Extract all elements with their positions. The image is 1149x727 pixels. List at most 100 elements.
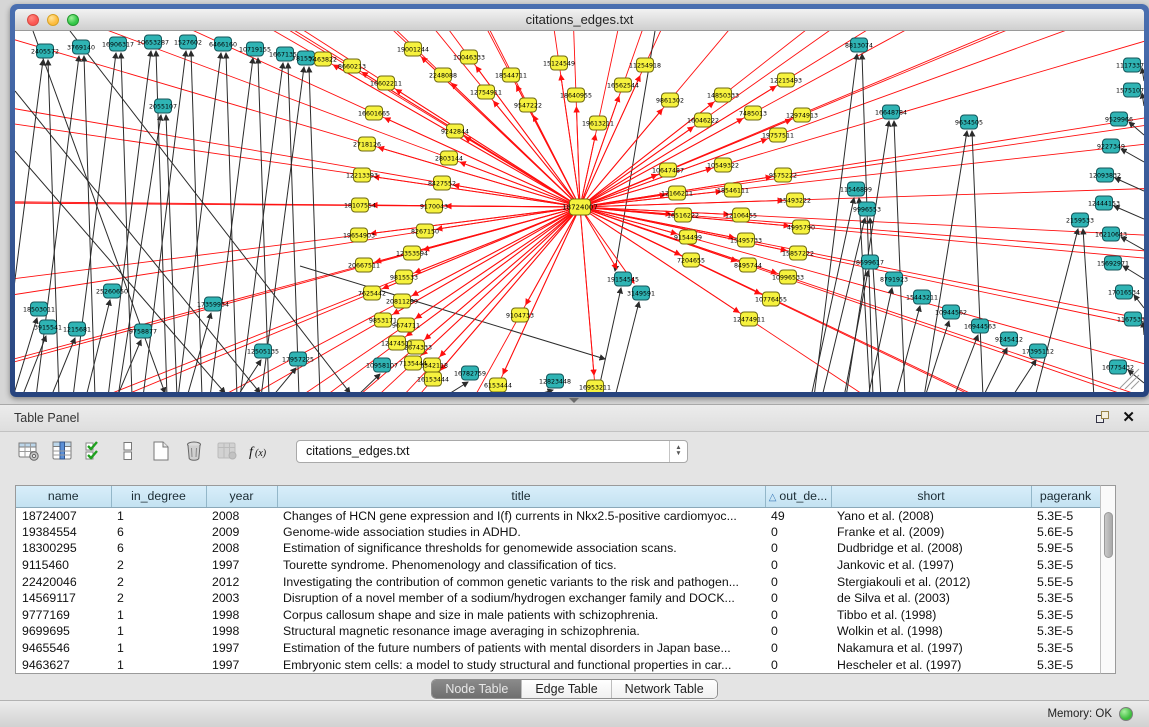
close-panel-icon[interactable]: ✕ [1122,411,1135,425]
table-cell[interactable]: 5.3E-5 [1031,656,1100,673]
close-button[interactable] [27,14,39,26]
column-header-outde[interactable]: △out_de... [765,486,831,507]
tab-network-table[interactable]: Network Table [612,680,717,698]
table-cell[interactable]: 1998 [206,607,277,624]
table-cell[interactable]: 19384554 [16,524,111,541]
table-cell[interactable]: 5.6E-5 [1031,524,1100,541]
table-row[interactable]: 1830029562008Estimation of significance … [16,540,1100,557]
network-table-selector[interactable]: citations_edges.txt ▲▼ [296,440,688,463]
table-settings-icon[interactable] [16,438,42,464]
table-cell[interactable]: Investigating the contribution of common… [277,573,765,590]
table-cell[interactable]: 0 [765,640,831,657]
table-scrollbar[interactable] [1100,485,1116,674]
select-all-icon[interactable] [82,438,108,464]
minimize-button[interactable] [47,14,59,26]
table-row[interactable]: 2242004622012Investigating the contribut… [16,573,1100,590]
delete-table-icon[interactable] [181,438,207,464]
table-cell[interactable]: 0 [765,623,831,640]
table-row[interactable]: 946362711997Embryonic stem cells: a mode… [16,656,1100,673]
table-row[interactable]: 1456911722003Disruption of a novel membe… [16,590,1100,607]
table-cell[interactable]: 1997 [206,656,277,673]
table-cell[interactable]: Tibbo et al. (1998) [831,607,1031,624]
table-cell[interactable]: 22420046 [16,573,111,590]
table-cell[interactable]: 18724007 [16,507,111,524]
table-cell[interactable]: Hescheler et al. (1997) [831,656,1031,673]
table-cell[interactable]: Changes of HCN gene expression and I(f) … [277,507,765,524]
table-cell[interactable]: Structural magnetic resonance image aver… [277,623,765,640]
table-cell[interactable]: 6 [111,540,206,557]
table-cell[interactable]: 2008 [206,540,277,557]
column-header-indegree[interactable]: in_degree [111,486,206,507]
table-cell[interactable]: 0 [765,540,831,557]
table-row[interactable]: 969969511998Structural magnetic resonanc… [16,623,1100,640]
select-columns-icon[interactable] [49,438,75,464]
memory-status-indicator[interactable] [1119,707,1133,721]
network-canvas-svg[interactable]: 2405572376914016906317106532871527602646… [15,31,1144,392]
table-row[interactable]: 1938455462009Genome-wide association stu… [16,524,1100,541]
table-cell[interactable]: 5.3E-5 [1031,640,1100,657]
tab-edge-table[interactable]: Edge Table [522,680,611,698]
table-cell[interactable]: Nakamura et al. (1997) [831,640,1031,657]
table-cell[interactable]: Genome-wide association studies in ADHD. [277,524,765,541]
table-cell[interactable]: 2003 [206,590,277,607]
table-cell[interactable]: 9777169 [16,607,111,624]
table-cell[interactable]: 0 [765,656,831,673]
panel-splitter[interactable] [0,397,1149,404]
table-row[interactable]: 977716911998Corpus callosum shape and si… [16,607,1100,624]
table-cell[interactable]: 18300295 [16,540,111,557]
table-cell[interactable]: 5.3E-5 [1031,623,1100,640]
table-cell[interactable]: 14569117 [16,590,111,607]
table-cell[interactable]: 9465546 [16,640,111,657]
table-cell[interactable]: 5.3E-5 [1031,607,1100,624]
table-cell[interactable]: Corpus callosum shape and size in male p… [277,607,765,624]
zoom-button[interactable] [67,14,79,26]
table-row[interactable]: 946554611997Estimation of the future num… [16,640,1100,657]
float-panel-icon[interactable] [1096,411,1110,425]
tab-node-table[interactable]: Node Table [432,680,522,698]
table-cell[interactable]: 2009 [206,524,277,541]
table-cell[interactable]: 1998 [206,623,277,640]
table-cell[interactable]: 2 [111,573,206,590]
column-header-short[interactable]: short [831,486,1031,507]
column-header-pagerank[interactable]: pagerank [1031,486,1100,507]
table-cell[interactable]: 2012 [206,573,277,590]
table-cell[interactable]: 1 [111,607,206,624]
table-cell[interactable]: 49 [765,507,831,524]
table-cell[interactable]: Dudbridge et al. (2008) [831,540,1031,557]
table-row[interactable]: 1872400712008Changes of HCN gene express… [16,507,1100,524]
table-cell[interactable]: 6 [111,524,206,541]
table-cell[interactable]: 2 [111,590,206,607]
function-builder-icon[interactable]: f(x) [247,438,273,464]
table-cell[interactable]: Tourette syndrome. Phenomenology and cla… [277,557,765,574]
table-cell[interactable]: Estimation of the future numbers of pati… [277,640,765,657]
table-cell[interactable]: Yano et al. (2008) [831,507,1031,524]
table-cell[interactable]: 5.3E-5 [1031,557,1100,574]
import-table-icon[interactable] [214,438,240,464]
column-header-name[interactable]: name [16,486,111,507]
table-cell[interactable]: 9463627 [16,656,111,673]
table-cell[interactable]: 1997 [206,640,277,657]
table-cell[interactable]: 1 [111,507,206,524]
table-cell[interactable]: Jankovic et al. (1997) [831,557,1031,574]
new-table-icon[interactable] [148,438,174,464]
table-cell[interactable]: 0 [765,557,831,574]
network-window-titlebar[interactable]: citations_edges.txt [15,9,1144,31]
column-header-year[interactable]: year [206,486,277,507]
table-cell[interactable]: Stergiakouli et al. (2012) [831,573,1031,590]
table-cell[interactable]: Wolkin et al. (1998) [831,623,1031,640]
table-row[interactable]: 911546021997Tourette syndrome. Phenomeno… [16,557,1100,574]
table-cell[interactable]: Embryonic stem cells: a model to study s… [277,656,765,673]
table-cell[interactable]: 9699695 [16,623,111,640]
table-cell[interactable]: 5.3E-5 [1031,590,1100,607]
table-header-row[interactable]: namein_degreeyeartitle△out_de...shortpag… [16,486,1100,507]
column-header-title[interactable]: title [277,486,765,507]
table-cell[interactable]: 1997 [206,557,277,574]
table-cell[interactable]: 1 [111,640,206,657]
table-cell[interactable]: de Silva et al. (2003) [831,590,1031,607]
splitter-handle-icon[interactable] [569,398,579,403]
table-cell[interactable]: 1 [111,623,206,640]
table-cell[interactable]: 5.9E-5 [1031,540,1100,557]
table-cell[interactable]: Franke et al. (2009) [831,524,1031,541]
table-cell[interactable]: 5.5E-5 [1031,573,1100,590]
table-cell[interactable]: 2008 [206,507,277,524]
